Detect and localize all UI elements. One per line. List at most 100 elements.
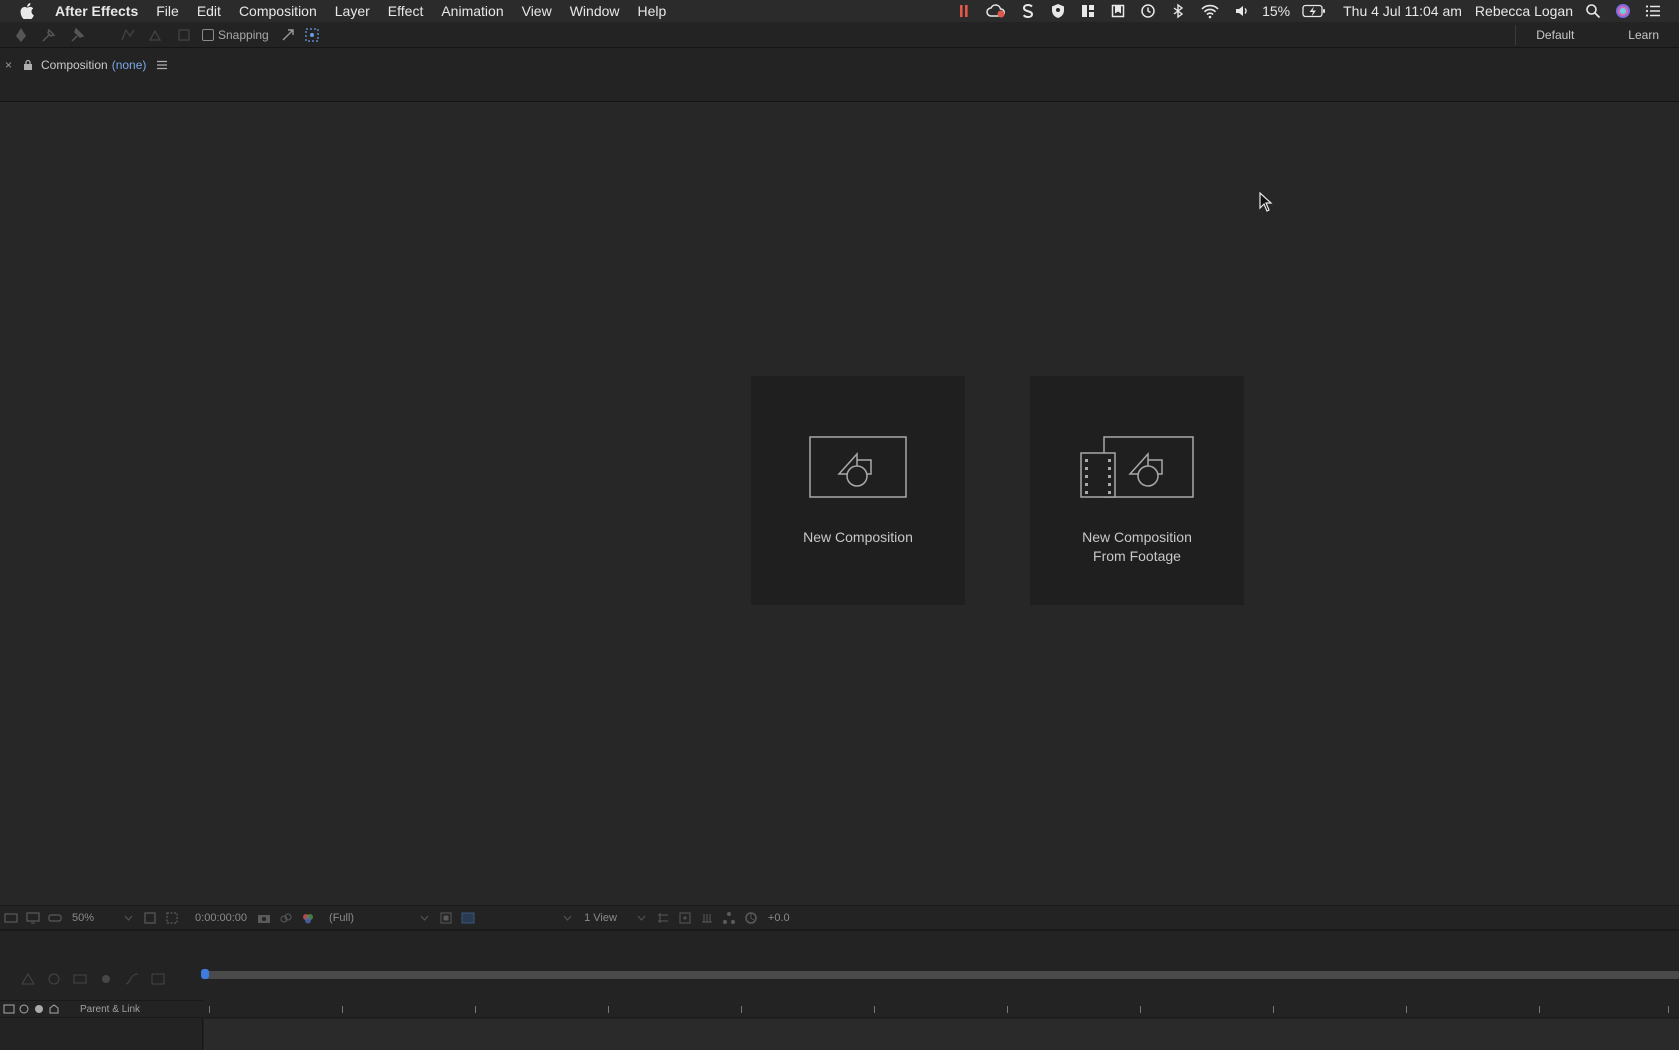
- fast-previews-icon[interactable]: [439, 911, 453, 925]
- channel-color-icon[interactable]: [301, 911, 315, 925]
- draft-3d-icon[interactable]: [20, 972, 36, 986]
- battery-charging-icon[interactable]: [1302, 3, 1326, 19]
- snapping-checkbox[interactable]: [202, 28, 214, 41]
- menu-bar-clock[interactable]: Thu 4 Jul 11:04 am: [1343, 3, 1462, 19]
- shield-icon[interactable]: [1050, 3, 1066, 19]
- workspace-learn[interactable]: Learn: [1600, 28, 1679, 42]
- siri-icon[interactable]: [1615, 3, 1631, 19]
- menu-window[interactable]: Window: [561, 3, 629, 19]
- view-layout-dropdown-icon[interactable]: [563, 915, 572, 921]
- new-composition-button[interactable]: New Composition: [751, 376, 965, 605]
- roto-tool-icon[interactable]: [119, 26, 137, 44]
- region-of-interest-icon[interactable]: [165, 911, 179, 925]
- 3d-ground-plane-icon[interactable]: [700, 911, 714, 925]
- pen-tool-icon[interactable]: [12, 26, 30, 44]
- monitor-icon[interactable]: [26, 911, 40, 925]
- shy-layers-icon[interactable]: [46, 972, 62, 986]
- time-machine-icon[interactable]: [1140, 3, 1156, 19]
- menu-bar-user[interactable]: Rebecca Logan: [1475, 3, 1573, 19]
- snap-edges-icon[interactable]: [279, 26, 297, 44]
- resolution-select[interactable]: (Full): [329, 912, 354, 924]
- layer-list-area[interactable]: [0, 1019, 203, 1050]
- lock-switch-icon[interactable]: [48, 1003, 60, 1015]
- new-composition-from-footage-button[interactable]: New Composition From Footage: [1030, 376, 1244, 605]
- apple-icon[interactable]: [20, 3, 34, 19]
- tools-panel: Snapping Default Learn: [0, 22, 1679, 48]
- fit-view-icon[interactable]: [143, 911, 157, 925]
- wifi-icon[interactable]: [1200, 3, 1220, 19]
- menu-composition[interactable]: Composition: [230, 3, 326, 19]
- notification-center-icon[interactable]: [1645, 3, 1661, 19]
- exposure-value[interactable]: +0.0: [768, 912, 790, 924]
- ruler-tick: [874, 1006, 875, 1013]
- workspace-default[interactable]: Default: [1516, 28, 1600, 42]
- puppet-pin-icon[interactable]: [40, 26, 58, 44]
- battery-percent: 15%: [1262, 3, 1291, 19]
- menu-help[interactable]: Help: [629, 3, 676, 19]
- show-snapshot-icon[interactable]: [279, 911, 293, 925]
- menu-layer[interactable]: Layer: [326, 3, 379, 19]
- motion-blur-icon[interactable]: [98, 972, 114, 986]
- reset-exposure-icon[interactable]: [744, 911, 758, 925]
- toggle-pixel-aspect-icon[interactable]: [656, 911, 670, 925]
- zoom-dropdown-icon[interactable]: [124, 915, 133, 921]
- parent-link-column-header[interactable]: Parent & Link: [80, 1004, 140, 1015]
- from-footage-label-line2: From Footage: [1093, 548, 1181, 564]
- close-tab-icon[interactable]: ×: [5, 58, 15, 72]
- composition-tab[interactable]: × Composition (none): [0, 56, 168, 74]
- audio-switch-icon[interactable]: [18, 1003, 30, 1015]
- zoom-level-select[interactable]: 50%: [72, 912, 94, 924]
- frame-blending-icon[interactable]: [72, 972, 88, 986]
- workspace-switcher: Default Learn: [1515, 22, 1679, 48]
- from-footage-label-line1: New Composition: [1082, 529, 1192, 545]
- video-switch-icon[interactable]: [3, 1003, 15, 1015]
- new-composition-icon: [809, 436, 907, 498]
- resolution-dropdown-icon[interactable]: [420, 915, 429, 921]
- solo-switch-icon[interactable]: [33, 1003, 45, 1015]
- graph-editor-toggle-icon[interactable]: [124, 972, 140, 986]
- current-time-display[interactable]: 0:00:00:00: [195, 912, 247, 924]
- transform-tool-icon[interactable]: [175, 26, 193, 44]
- spotlight-search-icon[interactable]: [1585, 3, 1601, 19]
- composition-tab-value[interactable]: (none): [112, 58, 147, 72]
- bluetooth-icon[interactable]: [1170, 3, 1186, 19]
- flag-icon[interactable]: [1110, 3, 1126, 19]
- menu-edit[interactable]: Edit: [188, 3, 230, 19]
- menu-view[interactable]: View: [513, 3, 561, 19]
- ruler-tick: [1668, 1006, 1669, 1013]
- composition-viewer[interactable]: New Composition New Composition From Foo…: [0, 102, 1679, 905]
- creative-cloud-icon[interactable]: [986, 3, 1006, 19]
- work-area-bar[interactable]: [204, 971, 1679, 979]
- snapping-label: Snapping: [218, 27, 269, 42]
- flowchart-icon[interactable]: [722, 911, 736, 925]
- vr-goggles-icon[interactable]: [48, 911, 62, 925]
- ruler-tick: [209, 1006, 210, 1013]
- s-app-icon[interactable]: [1020, 3, 1036, 19]
- layer-columns-header: Parent & Link: [0, 1000, 203, 1018]
- panel-menu-icon[interactable]: [156, 60, 168, 70]
- menu-effect[interactable]: Effect: [379, 3, 433, 19]
- menu-animation[interactable]: Animation: [432, 3, 512, 19]
- snapshot-camera-icon[interactable]: [257, 911, 271, 925]
- time-ruler[interactable]: [203, 1000, 1679, 1018]
- new-composition-from-footage-icon: [1080, 436, 1194, 498]
- composition-panel-header: × Composition (none): [0, 48, 1679, 102]
- new-composition-label: New Composition: [751, 528, 965, 547]
- toggle-view-masks-icon[interactable]: [678, 911, 692, 925]
- views-dropdown-icon[interactable]: [637, 915, 646, 921]
- window-layout-icon[interactable]: [1080, 3, 1096, 19]
- volume-icon[interactable]: [1234, 3, 1250, 19]
- chart-editor-icon[interactable]: [150, 972, 166, 986]
- recording-indicator-icon[interactable]: [956, 3, 972, 19]
- transparency-grid-icon[interactable]: [461, 911, 475, 925]
- snap-features-icon[interactable]: [303, 26, 321, 44]
- always-preview-icon[interactable]: [4, 911, 18, 925]
- refine-edge-icon[interactable]: [147, 26, 165, 44]
- timeline-track-area[interactable]: [204, 1019, 1679, 1050]
- lock-icon[interactable]: [23, 59, 33, 71]
- menu-file[interactable]: File: [147, 3, 188, 19]
- pin-tool-icon[interactable]: [68, 26, 86, 44]
- current-time-indicator[interactable]: [201, 969, 209, 979]
- view-layout-select[interactable]: 1 View: [584, 912, 617, 924]
- menu-app-name[interactable]: After Effects: [46, 3, 147, 19]
